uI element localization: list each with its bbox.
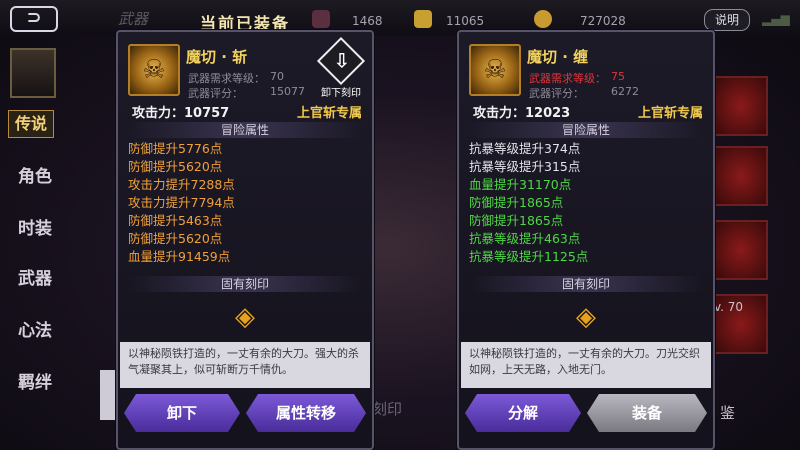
attr-line: 防御提升5620点 bbox=[128, 159, 223, 174]
sidebar-item-fashion[interactable]: 时装 bbox=[10, 214, 60, 239]
engrave-sigil-icon: ◈ bbox=[576, 302, 596, 332]
requirement-label: 武器需求等级： bbox=[188, 72, 265, 85]
ticket-icon bbox=[414, 10, 432, 28]
transfer-attributes-button[interactable]: 属性转移 bbox=[246, 394, 366, 432]
weapon-icon: ☠ bbox=[128, 44, 180, 96]
sidebar-item-bond[interactable]: 羁绊 bbox=[10, 368, 60, 393]
exclusive-owner: 上官斩专属 bbox=[637, 106, 703, 121]
attr-line: 防御提升1865点 bbox=[469, 213, 564, 228]
score-value: 6272 bbox=[611, 85, 639, 98]
unequip-button[interactable]: 卸下 bbox=[124, 394, 240, 432]
weapon-description: 以神秘陨铁打造的，一丈有余的大刀。刀光交织如网，上天无路，入地无门。 bbox=[469, 347, 700, 376]
item-card[interactable] bbox=[714, 220, 768, 280]
weapon-name: 魔切 · 缠 bbox=[527, 48, 589, 66]
score-label: 武器评分： bbox=[529, 87, 584, 100]
weapon-icon: ☠ bbox=[469, 44, 521, 96]
sidebar-item-legend[interactable]: 传说 bbox=[8, 110, 54, 138]
attr-line: 攻击力提升7288点 bbox=[128, 177, 235, 192]
attr-line: 抗暴等级提升1125点 bbox=[469, 249, 589, 264]
sidebar: 传说 角色 时装 武器 心法 羁绊 bbox=[0, 44, 62, 450]
weapon-description: 以神秘陨铁打造的，一丈有余的大刀。强大的杀气凝聚其上，似可斩断万千情仇。 bbox=[128, 347, 359, 376]
unload-arrow-icon: ⇩ bbox=[316, 36, 366, 86]
requirement-label: 武器需求等级： bbox=[529, 72, 606, 85]
weapon-name: 魔切 · 斩 bbox=[186, 48, 248, 66]
character-avatar[interactable] bbox=[10, 48, 56, 98]
resource-count: 11065 bbox=[446, 14, 485, 28]
equip-button[interactable]: 装备 bbox=[587, 394, 707, 432]
resource-count: 1468 bbox=[352, 14, 383, 28]
back-arrow-icon[interactable]: ⊃ bbox=[10, 6, 58, 32]
decompose-button[interactable]: 分解 bbox=[465, 394, 581, 432]
item-card[interactable] bbox=[714, 146, 768, 206]
item-card[interactable] bbox=[714, 76, 768, 136]
attr-line: 攻击力提升7794点 bbox=[128, 195, 235, 210]
coin-icon bbox=[534, 10, 552, 28]
attr-line: 抗暴等级提升315点 bbox=[469, 159, 581, 174]
inherent-engrave-header: 固有刻印 bbox=[469, 276, 703, 292]
weapon-tab[interactable]: 武器 bbox=[118, 8, 148, 29]
score-value: 15077 bbox=[270, 85, 305, 98]
requirement-value: 75 bbox=[611, 70, 625, 83]
candidate-weapon-panel: ☠ 魔切 · 缠 武器需求等级： 75 武器评分： 6272 攻击力：12023… bbox=[457, 30, 715, 450]
score-label: 武器评分： bbox=[188, 87, 243, 100]
equipped-weapon-panel: ☠ 魔切 · 斩 武器需求等级： 70 武器评分： 15077 ⇩ 卸下刻印 攻… bbox=[116, 30, 374, 450]
unload-engrave-button[interactable]: ⇩ 卸下刻印 bbox=[316, 36, 366, 99]
exclusive-owner: 上官斩专属 bbox=[296, 106, 362, 121]
appraise-label: 鉴 bbox=[720, 404, 736, 422]
attr-line: 血量提升31170点 bbox=[469, 177, 572, 192]
attr-line: 抗暴等级提升374点 bbox=[469, 141, 581, 156]
unload-engrave-label: 卸下刻印 bbox=[321, 88, 361, 99]
attr-line: 防御提升1865点 bbox=[469, 195, 564, 210]
adventure-attr-header: 冒险属性 bbox=[469, 122, 703, 138]
background-engrave-label: 刻印 bbox=[372, 400, 403, 418]
signal-icon: ▂▄▆ bbox=[762, 12, 790, 26]
requirement-value: 70 bbox=[270, 70, 284, 83]
help-button[interactable]: 说明 bbox=[704, 9, 750, 31]
attr-line: 防御提升5776点 bbox=[128, 141, 223, 156]
adventure-attr-header: 冒险属性 bbox=[128, 122, 362, 138]
item-level: v. 70 bbox=[714, 300, 744, 314]
attack-power: 攻击力：12023 bbox=[473, 106, 571, 121]
gem-icon bbox=[312, 10, 330, 28]
background-panel-edge bbox=[100, 370, 116, 420]
attack-power: 攻击力：10757 bbox=[132, 106, 230, 121]
sidebar-item-character[interactable]: 角色 bbox=[10, 162, 60, 187]
attr-line: 防御提升5463点 bbox=[128, 213, 223, 228]
resource-count: 727028 bbox=[580, 14, 626, 28]
attr-line: 抗暴等级提升463点 bbox=[469, 231, 581, 246]
sidebar-item-weapon[interactable]: 武器 bbox=[10, 264, 60, 289]
attr-line: 防御提升5620点 bbox=[128, 231, 223, 246]
engrave-sigil-icon: ◈ bbox=[235, 302, 255, 332]
right-item-strip: v. 70 鉴 bbox=[714, 60, 800, 446]
attr-line: 血量提升91459点 bbox=[128, 249, 231, 264]
sidebar-item-mind-art[interactable]: 心法 bbox=[10, 316, 60, 341]
inherent-engrave-header: 固有刻印 bbox=[128, 276, 362, 292]
